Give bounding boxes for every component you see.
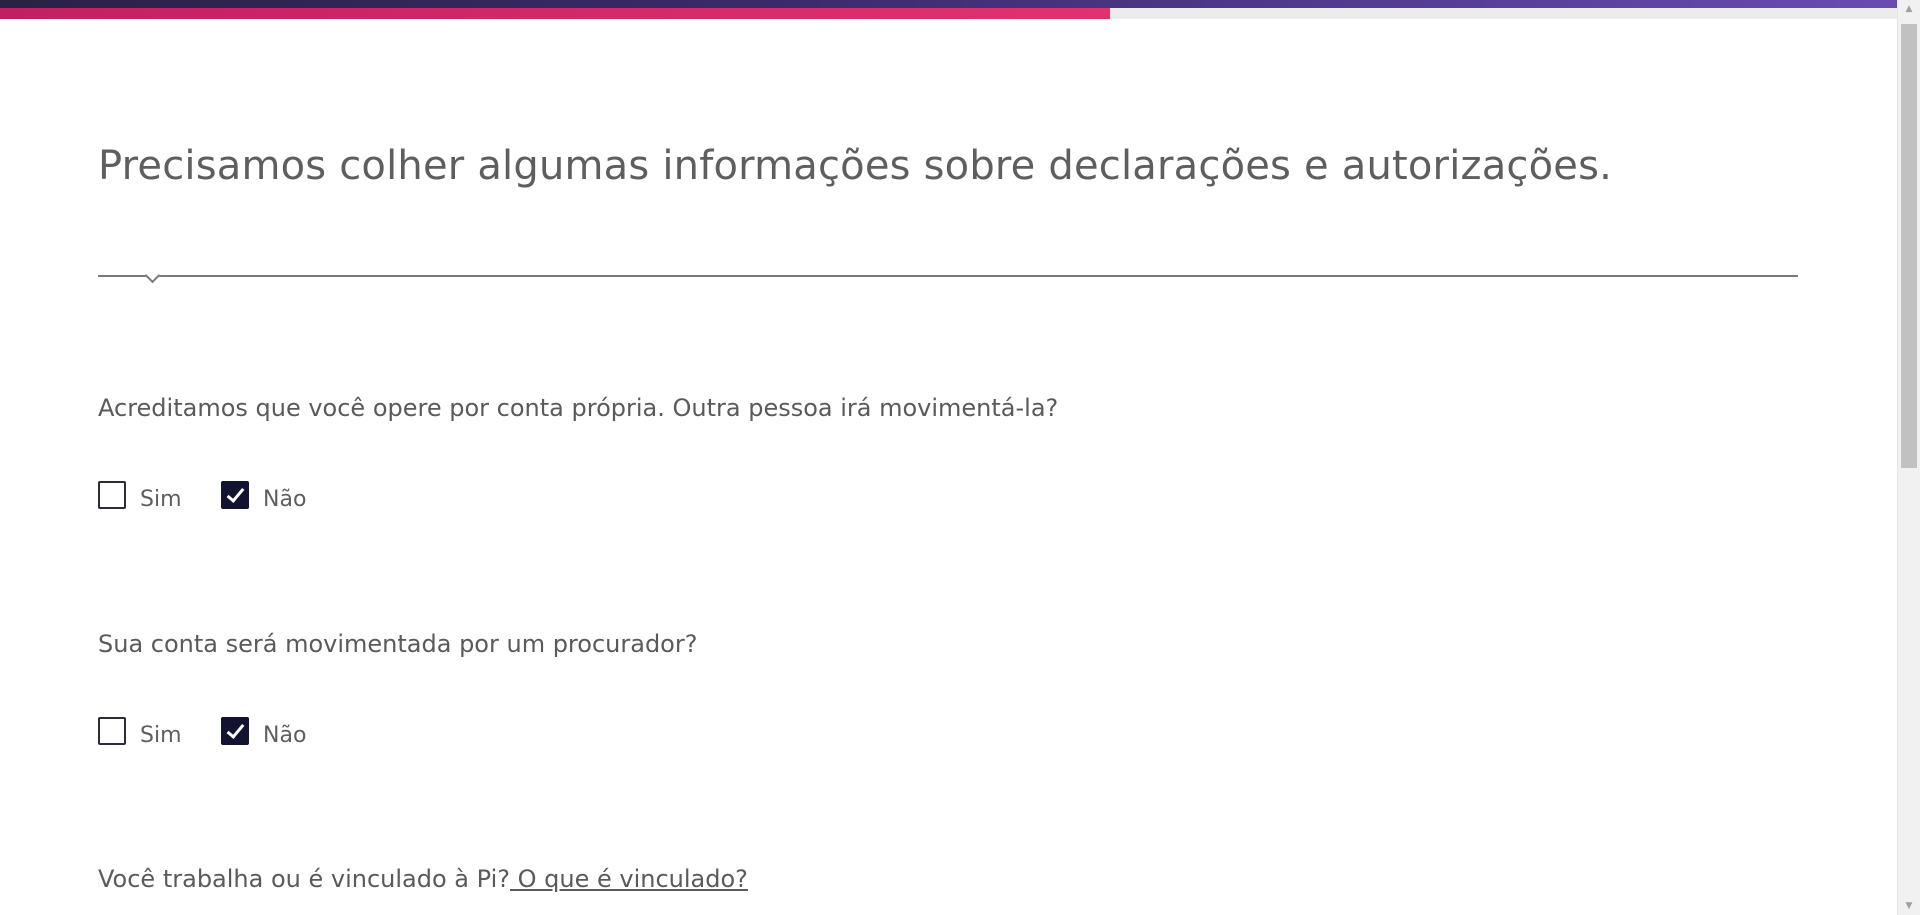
option-label: Sim (140, 722, 182, 748)
triangle-down-icon[interactable]: ▼ (1898, 897, 1920, 915)
question-1-nao-checkbox[interactable] (221, 481, 249, 509)
option-label: Não (263, 722, 307, 748)
section-divider (98, 275, 1798, 277)
triangle-up-icon[interactable]: ▲ (1898, 0, 1920, 18)
question-2-nao-checkbox[interactable] (221, 717, 249, 745)
progress-bar (0, 8, 1110, 19)
what-is-vinculado-link[interactable]: O que é vinculado? (510, 865, 748, 893)
question-3-text: Você trabalha ou é vinculado à Pi? O que… (98, 865, 748, 893)
option-label: Não (263, 486, 307, 512)
option-label: Sim (140, 486, 182, 512)
question-3-label: Você trabalha ou é vinculado à Pi? (98, 865, 510, 893)
question-1-sim-checkbox[interactable] (98, 481, 126, 509)
question-2-option-nao[interactable]: Não (221, 715, 307, 748)
vertical-scrollbar[interactable]: ▲ ▼ (1897, 0, 1920, 915)
question-1-text: Acreditamos que você opere por conta pró… (98, 394, 1059, 422)
question-1-option-sim[interactable]: Sim (98, 479, 182, 512)
page-title: Precisamos colher algumas informações so… (98, 143, 1613, 189)
divider-notch-icon (144, 267, 161, 284)
scrollbar-thumb[interactable] (1901, 24, 1917, 468)
question-2-sim-checkbox[interactable] (98, 717, 126, 745)
question-1-option-nao[interactable]: Não (221, 479, 307, 512)
header-bar (0, 0, 1897, 8)
question-2-option-sim[interactable]: Sim (98, 715, 182, 748)
page-viewport: Precisamos colher algumas informações so… (0, 0, 1920, 915)
question-2-text: Sua conta será movimentada por um procur… (98, 630, 698, 658)
